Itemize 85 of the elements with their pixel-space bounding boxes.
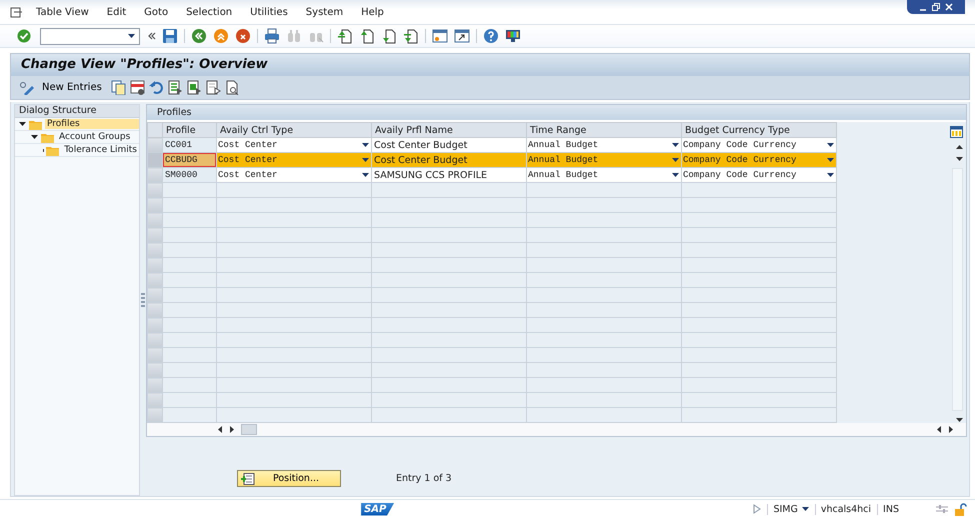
scroll-left-icon[interactable]: [217, 426, 223, 433]
panel-header: Profiles: [147, 105, 966, 122]
menu-item[interactable]: Selection: [186, 6, 232, 18]
check-icon[interactable]: [17, 29, 31, 43]
command-field[interactable]: [40, 28, 140, 44]
close-icon[interactable]: [944, 2, 954, 12]
column-header[interactable]: Availy Prfl Name: [372, 122, 526, 138]
copy-icon[interactable]: [110, 80, 126, 95]
input-field[interactable]: SAMSUNG CCS PROFILE: [372, 170, 526, 180]
select-block-icon[interactable]: [186, 80, 202, 95]
undo-icon[interactable]: [148, 80, 164, 95]
new-entries-button[interactable]: New Entries: [39, 82, 105, 93]
caret-icon: [672, 172, 679, 178]
entry-count: Entry 1 of 3: [396, 473, 452, 484]
column-header[interactable]: Time Range: [526, 122, 682, 138]
column-header[interactable]: Profile: [162, 122, 216, 138]
scroll-left-icon[interactable]: [936, 426, 942, 433]
input-field[interactable]: Cost Center Budget: [372, 154, 526, 166]
up-icon[interactable]: [213, 28, 229, 44]
caret-icon: [827, 157, 834, 163]
splitter-handle[interactable]: [141, 293, 145, 307]
menu-item[interactable]: Table View: [36, 6, 89, 18]
double-chevron-icon[interactable]: [148, 32, 156, 40]
settings-icon[interactable]: [935, 504, 949, 514]
caret-icon: [672, 142, 679, 148]
menu-item[interactable]: System: [306, 6, 344, 18]
back-icon[interactable]: [191, 28, 207, 44]
restore-icon[interactable]: [931, 2, 941, 12]
menu-item[interactable]: Goto: [144, 6, 168, 18]
menu-icon[interactable]: [10, 6, 22, 18]
position-button[interactable]: Position...: [237, 470, 341, 487]
column-header[interactable]: Availy Ctrl Type: [216, 122, 372, 138]
lock-icon[interactable]: [955, 502, 967, 516]
page-down-icon[interactable]: [381, 28, 397, 44]
shortcut-icon[interactable]: [454, 28, 470, 44]
tree-item[interactable]: Account Groups: [57, 132, 132, 142]
page-up-icon[interactable]: [337, 28, 353, 44]
scroll-right-icon[interactable]: [229, 426, 235, 433]
caret-icon: [827, 172, 834, 178]
tree-item[interactable]: Tolerance Limits: [62, 145, 139, 155]
folder-icon: [41, 132, 54, 142]
menu-item[interactable]: Edit: [106, 6, 126, 18]
panel-header: Dialog Structure: [15, 105, 139, 118]
caret-icon: [362, 157, 369, 163]
key-cell-text: SM0000: [164, 170, 198, 180]
print-icon[interactable]: [264, 28, 280, 44]
document-search-icon[interactable]: [224, 80, 240, 95]
page-up-icon[interactable]: [359, 28, 375, 44]
menu-item[interactable]: Utilities: [250, 6, 288, 18]
transaction-menu[interactable]: SIMG: [767, 504, 809, 514]
window-icon[interactable]: [432, 28, 448, 44]
play-icon[interactable]: [753, 504, 762, 514]
glasses-pencil-icon[interactable]: [19, 80, 35, 94]
server-name: vhcals4hci: [814, 504, 872, 514]
sap-logo: SAP: [361, 502, 394, 516]
scroll-down-icon[interactable]: [956, 156, 963, 162]
select-all-icon[interactable]: [168, 80, 183, 95]
monitor-icon[interactable]: [505, 28, 521, 44]
tree-item[interactable]: Profiles: [45, 119, 139, 129]
caret-icon: [802, 506, 809, 512]
cancel-icon[interactable]: [235, 28, 251, 44]
page-down-icon[interactable]: [403, 28, 419, 44]
expanded-icon[interactable]: [31, 134, 38, 140]
input-mode[interactable]: INS: [877, 504, 899, 514]
deselect-icon[interactable]: [206, 80, 221, 95]
folder-icon: [29, 118, 42, 130]
save-icon[interactable]: [162, 28, 178, 44]
caret-icon: [827, 142, 834, 148]
caret-icon: [672, 157, 679, 163]
key-cell-text: CC001: [164, 140, 194, 150]
scroll-right-icon[interactable]: [948, 426, 954, 433]
caret-icon: [128, 33, 135, 39]
scroll-up-icon[interactable]: [956, 144, 963, 150]
key-cell-text: CCBUDG: [164, 155, 198, 165]
column-header[interactable]: Budget Currency Type: [682, 122, 836, 138]
screen-title: Change View "Profiles": Overview: [11, 54, 969, 76]
menu-item[interactable]: Help: [361, 6, 384, 18]
help-icon[interactable]: [483, 28, 499, 44]
caret-icon: [362, 172, 369, 178]
input-field[interactable]: Cost Center Budget: [372, 140, 526, 150]
column-layout-icon[interactable]: [950, 126, 963, 138]
folder-icon: [46, 144, 60, 156]
scrollbar-thumb[interactable]: [241, 424, 257, 435]
expanded-icon[interactable]: [19, 121, 26, 127]
caret-icon: [362, 142, 369, 148]
